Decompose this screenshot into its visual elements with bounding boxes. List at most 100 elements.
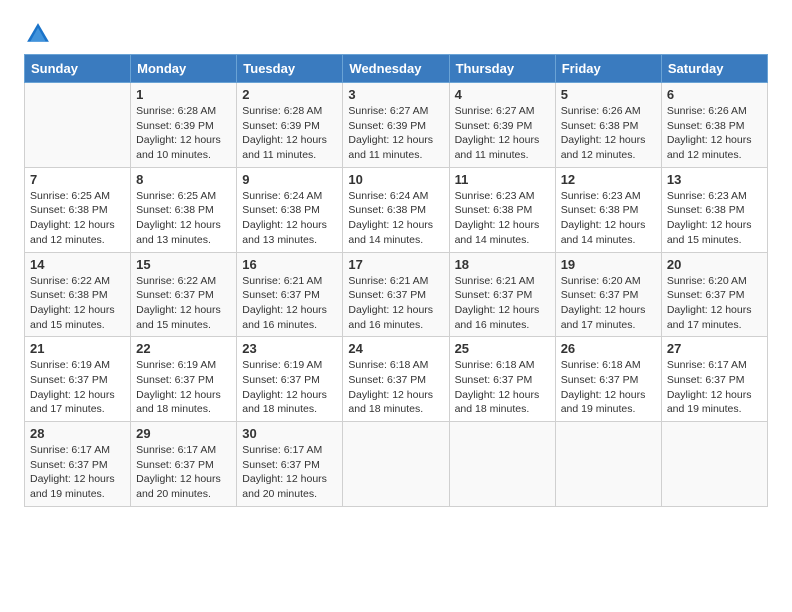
calendar-cell: 30 Sunrise: 6:17 AM Sunset: 6:37 PM Dayli… (237, 422, 343, 507)
cell-content: Sunrise: 6:21 AM Sunset: 6:37 PM Dayligh… (348, 274, 443, 333)
day-number: 5 (561, 87, 656, 102)
calendar-week-row: 14 Sunrise: 6:22 AM Sunset: 6:38 PM Dayli… (25, 252, 768, 337)
cell-content: Sunrise: 6:26 AM Sunset: 6:38 PM Dayligh… (561, 104, 656, 163)
calendar-cell: 24 Sunrise: 6:18 AM Sunset: 6:37 PM Dayli… (343, 337, 449, 422)
day-number: 15 (136, 257, 231, 272)
calendar-week-row: 7 Sunrise: 6:25 AM Sunset: 6:38 PM Daylig… (25, 167, 768, 252)
cell-content: Sunrise: 6:22 AM Sunset: 6:38 PM Dayligh… (30, 274, 125, 333)
day-number: 21 (30, 341, 125, 356)
calendar-cell: 15 Sunrise: 6:22 AM Sunset: 6:37 PM Dayli… (131, 252, 237, 337)
cell-content: Sunrise: 6:24 AM Sunset: 6:38 PM Dayligh… (348, 189, 443, 248)
cell-content: Sunrise: 6:20 AM Sunset: 6:37 PM Dayligh… (561, 274, 656, 333)
day-number: 22 (136, 341, 231, 356)
calendar-cell: 21Sunrise: 6:19 AM Sunset: 6:37 PM Dayli… (25, 337, 131, 422)
calendar-cell: 20 Sunrise: 6:20 AM Sunset: 6:37 PM Dayli… (661, 252, 767, 337)
calendar-cell: 5 Sunrise: 6:26 AM Sunset: 6:38 PM Daylig… (555, 83, 661, 168)
cell-content: Sunrise: 6:23 AM Sunset: 6:38 PM Dayligh… (667, 189, 762, 248)
calendar-cell: 16 Sunrise: 6:21 AM Sunset: 6:37 PM Dayli… (237, 252, 343, 337)
day-number: 9 (242, 172, 337, 187)
header-row: SundayMondayTuesdayWednesdayThursdayFrid… (25, 55, 768, 83)
cell-content: Sunrise: 6:17 AM Sunset: 6:37 PM Dayligh… (136, 443, 231, 502)
calendar-cell: 4 Sunrise: 6:27 AM Sunset: 6:39 PM Daylig… (449, 83, 555, 168)
logo-icon (24, 20, 52, 48)
calendar-week-row: 28Sunrise: 6:17 AM Sunset: 6:37 PM Dayli… (25, 422, 768, 507)
day-number: 6 (667, 87, 762, 102)
day-number: 20 (667, 257, 762, 272)
day-number: 29 (136, 426, 231, 441)
calendar-cell: 10 Sunrise: 6:24 AM Sunset: 6:38 PM Dayli… (343, 167, 449, 252)
day-number: 7 (30, 172, 125, 187)
day-number: 23 (242, 341, 337, 356)
calendar-cell: 3 Sunrise: 6:27 AM Sunset: 6:39 PM Daylig… (343, 83, 449, 168)
day-number: 14 (30, 257, 125, 272)
cell-content: Sunrise: 6:26 AM Sunset: 6:38 PM Dayligh… (667, 104, 762, 163)
cell-content: Sunrise: 6:25 AM Sunset: 6:38 PM Dayligh… (30, 189, 125, 248)
day-number: 10 (348, 172, 443, 187)
day-header: Monday (131, 55, 237, 83)
cell-content: Sunrise: 6:20 AM Sunset: 6:37 PM Dayligh… (667, 274, 762, 333)
calendar-cell: 29 Sunrise: 6:17 AM Sunset: 6:37 PM Dayli… (131, 422, 237, 507)
calendar-cell: 27Sunrise: 6:17 AM Sunset: 6:37 PM Dayli… (661, 337, 767, 422)
cell-content: Sunrise: 6:27 AM Sunset: 6:39 PM Dayligh… (348, 104, 443, 163)
calendar-cell: 22 Sunrise: 6:19 AM Sunset: 6:37 PM Dayli… (131, 337, 237, 422)
cell-content: Sunrise: 6:21 AM Sunset: 6:37 PM Dayligh… (242, 274, 337, 333)
calendar-table: SundayMondayTuesdayWednesdayThursdayFrid… (24, 54, 768, 507)
cell-content: Sunrise: 6:23 AM Sunset: 6:38 PM Dayligh… (561, 189, 656, 248)
cell-content: Sunrise: 6:18 AM Sunset: 6:37 PM Dayligh… (348, 358, 443, 417)
day-number: 4 (455, 87, 550, 102)
cell-content: Sunrise: 6:17 AM Sunset: 6:37 PM Dayligh… (242, 443, 337, 502)
calendar-cell: 7 Sunrise: 6:25 AM Sunset: 6:38 PM Daylig… (25, 167, 131, 252)
cell-content: Sunrise: 6:27 AM Sunset: 6:39 PM Dayligh… (455, 104, 550, 163)
cell-content: Sunrise: 6:23 AM Sunset: 6:38 PM Dayligh… (455, 189, 550, 248)
calendar-cell: 9 Sunrise: 6:24 AM Sunset: 6:38 PM Daylig… (237, 167, 343, 252)
calendar-cell: 18 Sunrise: 6:21 AM Sunset: 6:37 PM Dayli… (449, 252, 555, 337)
calendar-cell (25, 83, 131, 168)
calendar-cell: 28Sunrise: 6:17 AM Sunset: 6:37 PM Dayli… (25, 422, 131, 507)
cell-content: Sunrise: 6:18 AM Sunset: 6:37 PM Dayligh… (455, 358, 550, 417)
day-number: 1 (136, 87, 231, 102)
day-header: Thursday (449, 55, 555, 83)
calendar-cell: 25 Sunrise: 6:18 AM Sunset: 6:37 PM Dayli… (449, 337, 555, 422)
day-number: 8 (136, 172, 231, 187)
day-header: Friday (555, 55, 661, 83)
day-number: 13 (667, 172, 762, 187)
calendar-cell: 19 Sunrise: 6:20 AM Sunset: 6:37 PM Dayli… (555, 252, 661, 337)
cell-content: Sunrise: 6:24 AM Sunset: 6:38 PM Dayligh… (242, 189, 337, 248)
calendar-week-row: 1 Sunrise: 6:28 AM Sunset: 6:39 PM Daylig… (25, 83, 768, 168)
day-number: 19 (561, 257, 656, 272)
cell-content: Sunrise: 6:17 AM Sunset: 6:37 PM Dayligh… (30, 443, 125, 502)
calendar-cell: 13 Sunrise: 6:23 AM Sunset: 6:38 PM Dayli… (661, 167, 767, 252)
logo (24, 20, 56, 48)
day-header: Sunday (25, 55, 131, 83)
calendar-cell: 14 Sunrise: 6:22 AM Sunset: 6:38 PM Dayli… (25, 252, 131, 337)
calendar-cell: 8 Sunrise: 6:25 AM Sunset: 6:38 PM Daylig… (131, 167, 237, 252)
day-header: Saturday (661, 55, 767, 83)
calendar-cell: 11 Sunrise: 6:23 AM Sunset: 6:38 PM Dayli… (449, 167, 555, 252)
day-number: 11 (455, 172, 550, 187)
day-number: 26 (561, 341, 656, 356)
day-number: 17 (348, 257, 443, 272)
calendar-cell (343, 422, 449, 507)
cell-content: Sunrise: 6:22 AM Sunset: 6:37 PM Dayligh… (136, 274, 231, 333)
cell-content: Sunrise: 6:21 AM Sunset: 6:37 PM Dayligh… (455, 274, 550, 333)
cell-content: Sunrise: 6:17 AM Sunset: 6:37 PM Dayligh… (667, 358, 762, 417)
calendar-cell: 1 Sunrise: 6:28 AM Sunset: 6:39 PM Daylig… (131, 83, 237, 168)
day-number: 25 (455, 341, 550, 356)
cell-content: Sunrise: 6:19 AM Sunset: 6:37 PM Dayligh… (136, 358, 231, 417)
day-number: 24 (348, 341, 443, 356)
day-number: 16 (242, 257, 337, 272)
day-number: 18 (455, 257, 550, 272)
calendar-cell: 6 Sunrise: 6:26 AM Sunset: 6:38 PM Daylig… (661, 83, 767, 168)
cell-content: Sunrise: 6:28 AM Sunset: 6:39 PM Dayligh… (242, 104, 337, 163)
calendar-cell: 17 Sunrise: 6:21 AM Sunset: 6:37 PM Dayli… (343, 252, 449, 337)
day-number: 3 (348, 87, 443, 102)
calendar-cell (661, 422, 767, 507)
cell-content: Sunrise: 6:28 AM Sunset: 6:39 PM Dayligh… (136, 104, 231, 163)
day-number: 30 (242, 426, 337, 441)
day-number: 2 (242, 87, 337, 102)
cell-content: Sunrise: 6:25 AM Sunset: 6:38 PM Dayligh… (136, 189, 231, 248)
day-header: Wednesday (343, 55, 449, 83)
calendar-week-row: 21 Sunrise: 6:19 AM Sunset: 6:37 PM Dayli… (25, 337, 768, 422)
day-number: 12 (561, 172, 656, 187)
day-header: Tuesday (237, 55, 343, 83)
